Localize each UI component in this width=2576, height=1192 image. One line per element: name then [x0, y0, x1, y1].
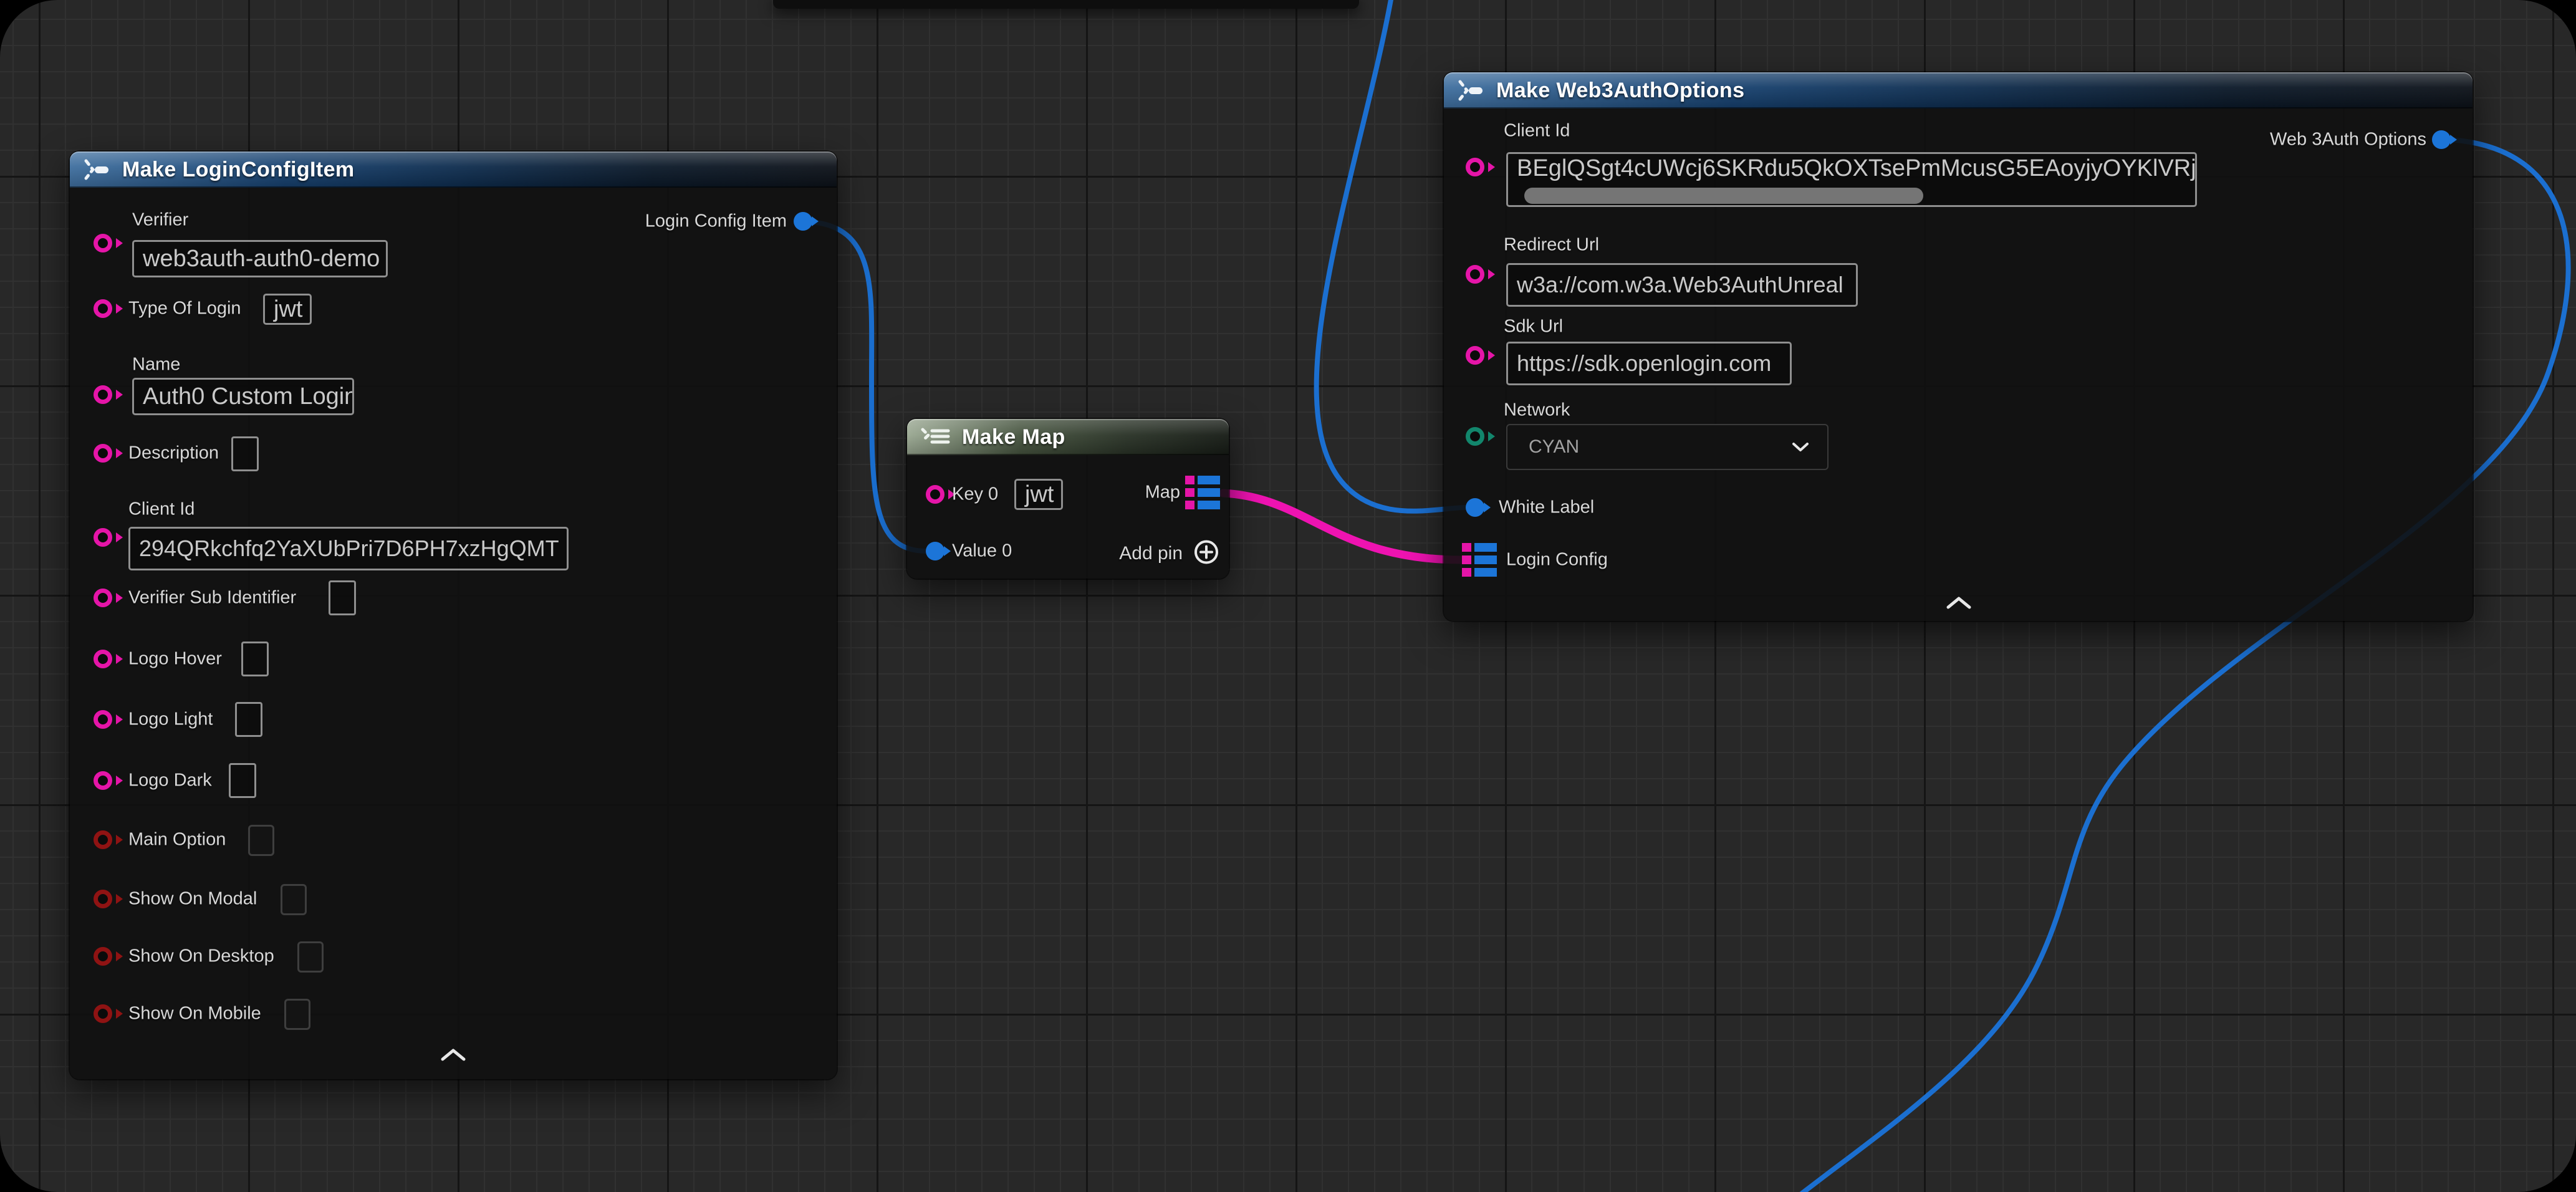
add-pin-label: Add pin: [1119, 543, 1183, 564]
node-header[interactable]: Make Web3AuthOptions: [1444, 72, 2473, 108]
pin-label-show-on-mobile: Show On Mobile: [128, 1004, 261, 1024]
key0-input[interactable]: jwt: [1014, 479, 1063, 510]
network-dropdown[interactable]: CYAN: [1506, 424, 1829, 470]
input-pin-show-on-mobile[interactable]: [94, 1004, 112, 1023]
wire-map-to-login-config[interactable]: [1223, 493, 1461, 560]
make-struct-icon: [1456, 78, 1485, 103]
collapse-node-button[interactable]: [440, 1048, 466, 1065]
pin-label-value0: Value 0: [952, 541, 1012, 562]
input-pin-login-config[interactable]: [1462, 543, 1497, 577]
input-pin-verifier-sub-identifier[interactable]: [94, 589, 112, 607]
redirect-url-input[interactable]: w3a://com.w3a.Web3AuthUnreal: [1506, 263, 1858, 307]
input-pin-logo-light[interactable]: [94, 710, 112, 729]
logo-hover-input[interactable]: [241, 642, 269, 676]
pin-label-main-option: Main Option: [128, 830, 226, 850]
input-pin-logo-hover[interactable]: [94, 650, 112, 668]
client-id-input[interactable]: 294QRkchfq2YaXUbPri7D6PH7xzHgQMT: [128, 527, 569, 570]
input-pin-redirect-url[interactable]: [1466, 265, 1484, 284]
pin-label-description: Description: [128, 443, 219, 464]
pin-label-logo-dark: Logo Dark: [128, 771, 212, 791]
chevron-down-icon: [1791, 436, 1810, 458]
pin-label-login-config: Login Config: [1506, 550, 1608, 570]
pin-label-client-id: Client Id: [128, 499, 195, 520]
sdk-url-input[interactable]: https://sdk.openlogin.com: [1506, 342, 1792, 385]
network-selected-value: CYAN: [1529, 436, 1579, 458]
logo-dark-input[interactable]: [229, 763, 256, 798]
graph-canvas[interactable]: Make LoginConfigItem Login Config Item V…: [0, 0, 2576, 1192]
input-pin-client-id[interactable]: [1466, 158, 1484, 176]
input-pin-key0[interactable]: [926, 485, 944, 504]
input-pin-description[interactable]: [94, 444, 112, 463]
chevron-up-icon: [440, 1048, 466, 1062]
pin-label-map: Map: [1145, 483, 1180, 503]
verifier-input[interactable]: web3auth-auth0-demo: [132, 240, 388, 277]
pin-label-logo-light: Logo Light: [128, 709, 213, 730]
input-pin-show-on-desktop[interactable]: [94, 947, 112, 966]
client-id-scrollbar[interactable]: [1524, 188, 1923, 204]
pin-label-type-of-login: Type Of Login: [128, 299, 241, 319]
node-title: Make LoginConfigItem: [122, 158, 355, 182]
make-struct-icon: [82, 157, 111, 182]
blueprint-editor: { "colors": { "wire_blue": "#1b6fd0", "w…: [0, 0, 2576, 1192]
collapse-node-button[interactable]: [1946, 596, 1972, 613]
main-option-checkbox[interactable]: [248, 825, 274, 856]
logo-light-input[interactable]: [235, 702, 262, 737]
input-pin-logo-dark[interactable]: [94, 771, 112, 790]
verifier-sub-identifier-input[interactable]: [329, 580, 356, 615]
output-pin-label: Web 3Auth Options: [2270, 130, 2426, 150]
output-pin-login-config-item[interactable]: [794, 212, 812, 231]
output-pin-web3auth-options[interactable]: [2432, 130, 2451, 149]
node-make-web3auth-options[interactable]: Make Web3AuthOptions Web 3Auth Options C…: [1444, 72, 2473, 621]
pin-label-verifier-sub-identifier: Verifier Sub Identifier: [128, 588, 296, 608]
description-input[interactable]: [231, 436, 259, 471]
node-header[interactable]: Make LoginConfigItem: [70, 151, 837, 188]
pin-label-name: Name: [132, 355, 180, 375]
pin-label-sdk-url: Sdk Url: [1504, 317, 1563, 337]
show-on-mobile-checkbox[interactable]: [284, 999, 310, 1030]
input-pin-type-of-login[interactable]: [94, 299, 112, 318]
input-pin-show-on-modal[interactable]: [94, 890, 112, 908]
make-map-icon: [920, 426, 951, 448]
input-pin-client-id[interactable]: [94, 528, 112, 547]
pin-label-show-on-modal: Show On Modal: [128, 889, 257, 910]
pin-label-logo-hover: Logo Hover: [128, 649, 222, 670]
node-make-login-config-item[interactable]: Make LoginConfigItem Login Config Item V…: [70, 151, 837, 1079]
pin-label-key0: Key 0: [952, 484, 998, 505]
pin-label-verifier: Verifier: [132, 210, 188, 231]
output-pin-map[interactable]: [1185, 476, 1220, 509]
input-pin-value0[interactable]: [926, 542, 944, 560]
output-pin-label: Login Config Item: [645, 211, 787, 232]
node-title: Make Map: [962, 425, 1065, 449]
show-on-desktop-checkbox[interactable]: [297, 941, 324, 973]
type-of-login-input[interactable]: jwt: [263, 294, 312, 325]
pin-label-redirect-url: Redirect Url: [1504, 235, 1599, 256]
input-pin-name[interactable]: [94, 385, 112, 404]
name-input[interactable]: Auth0 Custom Login: [132, 378, 354, 415]
show-on-modal-checkbox[interactable]: [281, 884, 307, 915]
pin-label-show-on-desktop: Show On Desktop: [128, 946, 274, 967]
input-pin-sdk-url[interactable]: [1466, 346, 1484, 365]
input-pin-network[interactable]: [1466, 427, 1484, 446]
wire-top-to-white-label[interactable]: [1317, 0, 1465, 511]
pin-label-client-id: Client Id: [1504, 121, 1570, 142]
client-id-text: BEglQSgt4cUWcj6SKRdu5QkOXTsePmMcusG5EAoy…: [1517, 155, 2197, 182]
chevron-up-icon: [1946, 596, 1972, 610]
pin-label-white-label: White Label: [1499, 497, 1594, 518]
node-title: Make Web3AuthOptions: [1496, 79, 1744, 103]
input-pin-white-label[interactable]: [1466, 498, 1484, 517]
input-pin-main-option[interactable]: [94, 830, 112, 849]
add-pin-button[interactable]: [1193, 539, 1219, 569]
node-header[interactable]: Make Map: [907, 419, 1229, 455]
client-id-input[interactable]: BEglQSgt4cUWcj6SKRdu5QkOXTsePmMcusG5EAoy…: [1506, 152, 2197, 207]
plus-circle-icon: [1193, 539, 1219, 565]
pin-label-network: Network: [1504, 400, 1570, 421]
node-make-map[interactable]: Make Map Key 0 jwt Map Value 0 Add pin: [907, 419, 1229, 579]
input-pin-verifier[interactable]: [94, 234, 112, 252]
